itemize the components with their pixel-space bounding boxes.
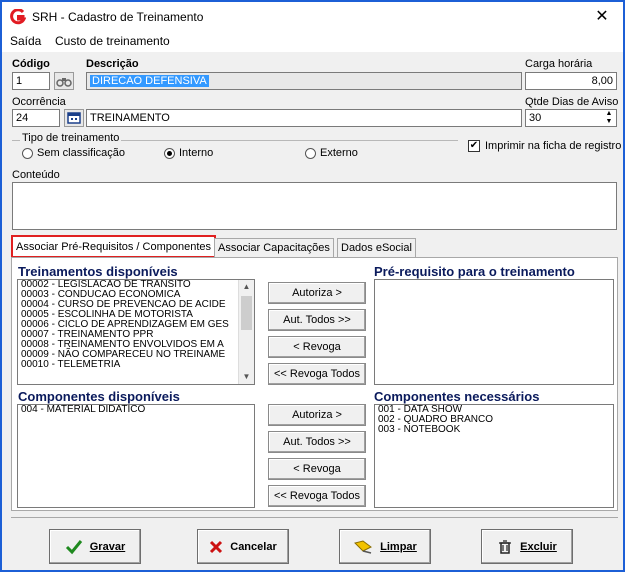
ocorrencia-label: Ocorrência bbox=[12, 96, 66, 108]
menu-custo-treinamento[interactable]: Custo de treinamento bbox=[55, 34, 170, 48]
prereq-title: Pré-requisito para o treinamento bbox=[374, 264, 575, 279]
treinamentos-title: Treinamentos disponíveis bbox=[18, 264, 178, 279]
carga-horaria-input[interactable]: 8,00 bbox=[525, 72, 617, 90]
list-item[interactable]: 00010 - TELEMETRIA bbox=[18, 360, 254, 370]
search-binoculars-button[interactable] bbox=[54, 72, 74, 90]
qtde-dias-aviso-input[interactable]: 30 ▲ ▼ bbox=[525, 109, 617, 127]
list-item[interactable]: 004 - MATERIAL DIDATICO bbox=[18, 405, 254, 415]
radio-externo[interactable]: Externo bbox=[305, 147, 358, 159]
treinamentos-list[interactable]: 00002 - LEGISLACAO DE TRANSITO 00003 - CO… bbox=[17, 279, 255, 385]
app-window: SRH - Cadastro de Treinamento ✕ Saída Cu… bbox=[0, 0, 625, 572]
imprimir-ficha-checkbox[interactable]: ✔ Imprimir na ficha de registro bbox=[468, 140, 621, 152]
eraser-icon bbox=[354, 539, 373, 554]
app-logo-icon bbox=[10, 9, 26, 25]
close-icon[interactable]: ✕ bbox=[585, 4, 619, 30]
title-bar: SRH - Cadastro de Treinamento ✕ bbox=[2, 2, 623, 32]
radio-selected-icon bbox=[164, 147, 175, 159]
revoga-button-top[interactable]: < Revoga bbox=[268, 336, 366, 358]
aut-todos-button-bottom[interactable]: Aut. Todos >> bbox=[268, 431, 366, 453]
excluir-button[interactable]: Excluir bbox=[481, 529, 573, 564]
radio-icon bbox=[22, 147, 33, 159]
list-item[interactable]: 003 - NOTEBOOK bbox=[375, 425, 613, 435]
scroll-thumb[interactable] bbox=[241, 296, 252, 330]
trash-icon bbox=[499, 539, 512, 554]
conteudo-label: Conteúdo bbox=[12, 169, 60, 181]
ocorrencia-lookup-button[interactable] bbox=[64, 109, 84, 127]
cancelar-button[interactable]: Cancelar bbox=[197, 529, 289, 564]
componentes-necessarios-list[interactable]: 001 - DATA SHOW 002 - QUADRO BRANCO 003 - … bbox=[374, 404, 614, 508]
componentes-necessarios-title: Componentes necessários bbox=[374, 389, 540, 404]
scroll-up-icon[interactable]: ▲ bbox=[239, 280, 254, 294]
scrollbar[interactable]: ▲ ▼ bbox=[238, 280, 254, 384]
limpar-button[interactable]: Limpar bbox=[339, 529, 431, 564]
autoriza-button-top[interactable]: Autoriza > bbox=[268, 282, 366, 304]
revoga-button-bottom[interactable]: < Revoga bbox=[268, 458, 366, 480]
check-icon bbox=[65, 539, 82, 554]
window-title: SRH - Cadastro de Treinamento bbox=[32, 10, 204, 24]
menu-saida[interactable]: Saída bbox=[10, 34, 41, 48]
tab-pre-requisitos[interactable]: Associar Pré-Requisitos / Componentes bbox=[11, 235, 217, 258]
menu-bar: Saída Custo de treinamento bbox=[2, 32, 623, 52]
prereq-list[interactable] bbox=[374, 279, 614, 385]
carga-horaria-label: Carga horária bbox=[525, 58, 593, 70]
revoga-todos-button-bottom[interactable]: << Revoga Todos bbox=[268, 485, 366, 507]
checkmark-icon: ✔ bbox=[468, 140, 480, 152]
codigo-label: Código bbox=[12, 58, 50, 70]
x-icon bbox=[210, 540, 223, 553]
scroll-down-icon[interactable]: ▼ bbox=[239, 370, 254, 384]
tab-capacitacoes[interactable]: Associar Capacitações bbox=[214, 238, 334, 257]
componentes-disponiveis-list[interactable]: 004 - MATERIAL DIDATICO bbox=[17, 404, 255, 508]
ocorrencia-input[interactable]: 24 bbox=[12, 109, 60, 127]
componentes-disponiveis-title: Componentes disponíveis bbox=[18, 389, 180, 404]
radio-icon bbox=[305, 147, 316, 159]
ocorrencia-descricao-input[interactable]: TREINAMENTO bbox=[86, 109, 522, 127]
codigo-input[interactable]: 1 bbox=[12, 72, 50, 90]
tab-panel: Treinamentos disponíveis 00002 - LEGISLA… bbox=[11, 257, 618, 511]
calendar-icon bbox=[67, 112, 81, 124]
conteudo-textarea[interactable] bbox=[12, 182, 617, 230]
revoga-todos-button-top[interactable]: << Revoga Todos bbox=[268, 363, 366, 385]
radio-interno[interactable]: Interno bbox=[164, 147, 213, 159]
radio-sem-classificacao[interactable]: Sem classificação bbox=[22, 147, 125, 159]
tab-dados-esocial[interactable]: Dados eSocial bbox=[337, 238, 416, 257]
autoriza-button-bottom[interactable]: Autoriza > bbox=[268, 404, 366, 426]
descricao-input[interactable]: DIRECAO DEFENSIVA bbox=[86, 72, 522, 90]
binoculars-icon bbox=[56, 78, 72, 87]
tipo-treinamento-label: Tipo de treinamento bbox=[20, 132, 122, 144]
descricao-label: Descrição bbox=[86, 58, 139, 70]
spinner-icon[interactable]: ▲ ▼ bbox=[603, 110, 615, 126]
gravar-button[interactable]: Gravar bbox=[49, 529, 141, 564]
qtde-dias-aviso-label: Qtde Dias de Aviso bbox=[525, 96, 619, 108]
aut-todos-button-top[interactable]: Aut. Todos >> bbox=[268, 309, 366, 331]
